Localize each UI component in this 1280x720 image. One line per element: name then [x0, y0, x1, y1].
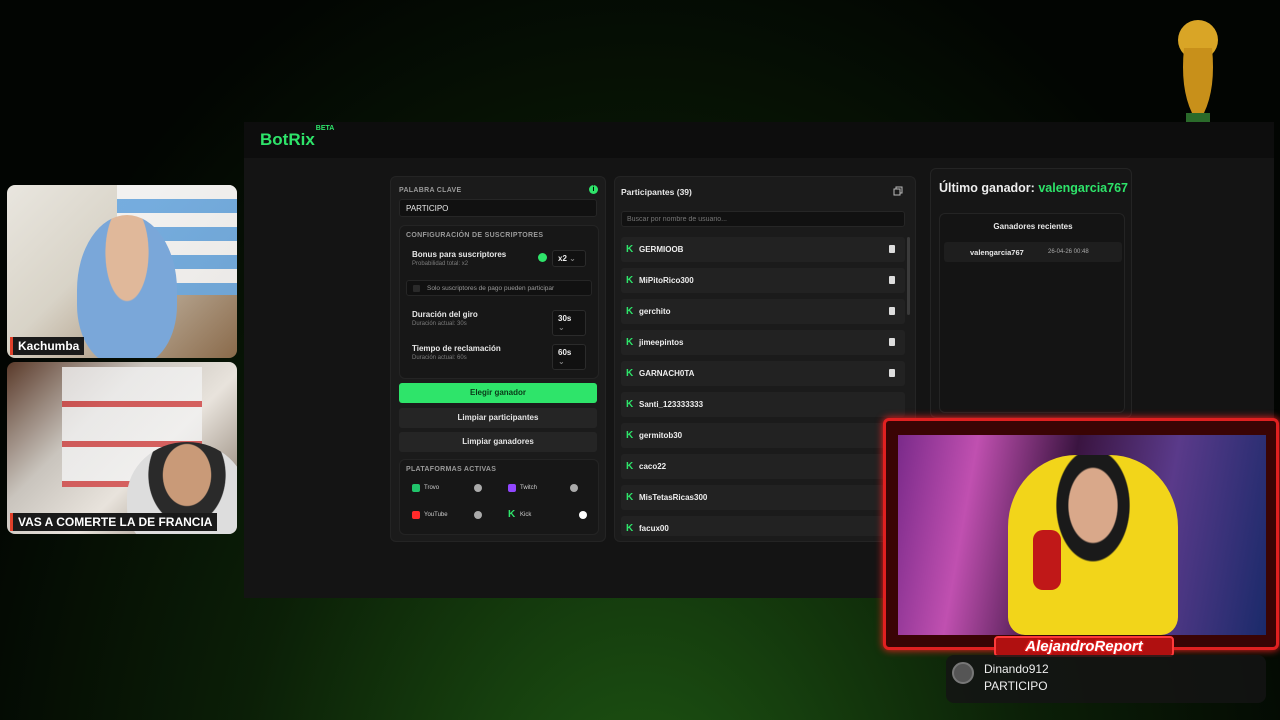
- copy-icon[interactable]: [893, 186, 903, 196]
- chat-username: Dinando912: [984, 662, 1049, 676]
- last-winner-name: valengarcia767: [1038, 181, 1128, 195]
- kick-icon: K: [626, 244, 634, 255]
- participants-card: Participantes (39) KGERMIOOB KMiPitoRico…: [614, 176, 916, 542]
- trash-icon[interactable]: [889, 338, 895, 346]
- kick-icon: K: [626, 399, 634, 410]
- trash-icon[interactable]: [889, 245, 895, 253]
- platform-youtube-label: YouTube: [424, 512, 448, 518]
- webcam-label: Kachumba: [10, 337, 85, 355]
- kick-icon: K: [626, 306, 634, 317]
- kick-icon: K: [626, 523, 634, 534]
- streamer-webcam: [898, 435, 1266, 635]
- subscribers-config-label: CONFIGURACIÓN DE SUSCRIPTORES: [406, 232, 544, 239]
- bonus-sub: Probabilidad total: x2: [412, 261, 469, 267]
- participant-row[interactable]: Kgerchito: [621, 299, 905, 324]
- subscribers-config-section: CONFIGURACIÓN DE SUSCRIPTORES Bonus para…: [399, 225, 599, 379]
- participants-title: Participantes (39): [621, 187, 692, 197]
- keyword-label: PALABRA CLAVE: [399, 187, 462, 194]
- avatar: [952, 662, 974, 684]
- participant-row[interactable]: Kfacux00: [621, 516, 905, 536]
- keyword-input[interactable]: PARTICIPO: [399, 199, 597, 217]
- scrollbar[interactable]: [907, 237, 910, 315]
- clear-winners-button[interactable]: Limpiar ganadores: [399, 432, 597, 452]
- chat-message: Dinando912 PARTICIPO: [946, 655, 1266, 703]
- trash-icon[interactable]: [889, 369, 895, 377]
- paid-only-checkbox[interactable]: [413, 285, 420, 292]
- recent-winners-section: Ganadores recientes valengarcia767 26-04…: [939, 213, 1125, 413]
- participant-row[interactable]: K Santi_123333333: [621, 392, 905, 417]
- pick-winner-button[interactable]: Elegir ganador: [399, 383, 597, 403]
- panel-header: BotRixBETA: [244, 122, 1274, 158]
- spin-duration-label: Duración del giro: [412, 310, 478, 319]
- botrix-logo: BotRixBETA: [260, 125, 335, 149]
- last-winner-card: Último ganador: valengarcia767 Ganadores…: [930, 168, 1132, 418]
- kick-icon: K: [626, 461, 634, 472]
- microphone: [1033, 530, 1061, 590]
- platform-twitch-label: Twitch: [520, 485, 538, 491]
- participant-row[interactable]: Kcaco22: [621, 454, 905, 479]
- participant-row[interactable]: K MiPitoRico300: [621, 268, 905, 293]
- kick-icon: K: [626, 368, 634, 379]
- participant-row[interactable]: K GERMIOOB: [621, 237, 905, 262]
- platform-trovo-label: Trovo: [424, 485, 440, 491]
- kick-icon: K: [626, 275, 634, 286]
- paid-only-label: Solo suscriptores de pago pueden partici…: [427, 285, 555, 292]
- trash-icon[interactable]: [889, 307, 895, 315]
- info-icon[interactable]: i: [589, 185, 598, 194]
- kick-icon: K: [626, 492, 634, 503]
- spin-duration-sub: Duración actual: 30s: [412, 321, 467, 327]
- bonus-select[interactable]: x2 ⌄: [552, 250, 586, 267]
- webcam-label: VAS A COMERTE LA DE FRANCIA: [10, 513, 218, 531]
- trovo-icon: [412, 484, 420, 492]
- youtube-icon: [412, 511, 420, 519]
- claim-time-select[interactable]: 60s ⌄: [552, 344, 586, 370]
- claim-time-label: Tiempo de reclamación: [412, 344, 501, 353]
- recent-winners-title: Ganadores recientes: [993, 222, 1073, 231]
- trash-icon[interactable]: [889, 276, 895, 284]
- giveaway-settings-card: PALABRA CLAVE i PARTICIPO CONFIGURACIÓN …: [390, 176, 606, 542]
- spin-duration-select[interactable]: 30s ⌄: [552, 310, 586, 336]
- platforms-label: PLATAFORMAS ACTIVAS: [406, 466, 497, 473]
- claim-time-sub: Duración actual: 60s: [412, 355, 467, 361]
- kick-icon: K: [626, 430, 634, 441]
- paid-only-checkbox-row[interactable]: Solo suscriptores de pago pueden partici…: [406, 280, 592, 296]
- twitch-icon: [508, 484, 516, 492]
- platform-kick-label: Kick: [520, 512, 532, 518]
- clear-participants-button[interactable]: Limpiar participantes: [399, 408, 597, 428]
- chat-text: PARTICIPO: [984, 679, 1048, 693]
- kick-icon: K: [626, 337, 634, 348]
- streamer-webcam-frame: AlejandroReport: [883, 418, 1279, 657]
- bonus-label: Bonus para suscriptores: [412, 250, 507, 259]
- participant-row[interactable]: K GARNACH0TA: [621, 361, 905, 386]
- webcam-kachumba: Kachumba: [7, 185, 237, 358]
- participant-row[interactable]: Kgermitob30: [621, 423, 905, 448]
- streamer-guest-1: [77, 215, 177, 358]
- recent-winner-row: valengarcia767 26-04-26 00:48: [944, 242, 1122, 262]
- kick-icon: K: [508, 509, 516, 520]
- webcam-guest-2: VAS A COMERTE LA DE FRANCIA: [7, 362, 237, 534]
- last-winner-label: Último ganador:: [939, 181, 1035, 195]
- last-winner-heading: Último ganador: valengarcia767: [939, 181, 1128, 195]
- participant-search-input[interactable]: [621, 211, 905, 227]
- bonus-info-icon[interactable]: [538, 253, 547, 262]
- streamer-brand-logo: AlejandroReport: [994, 636, 1174, 657]
- participant-row[interactable]: K MisTetasRicas300: [621, 485, 905, 510]
- participant-row[interactable]: Kjimeepintos: [621, 330, 905, 355]
- platforms-section: PLATAFORMAS ACTIVAS Trovo Twitch YouTube…: [399, 459, 599, 535]
